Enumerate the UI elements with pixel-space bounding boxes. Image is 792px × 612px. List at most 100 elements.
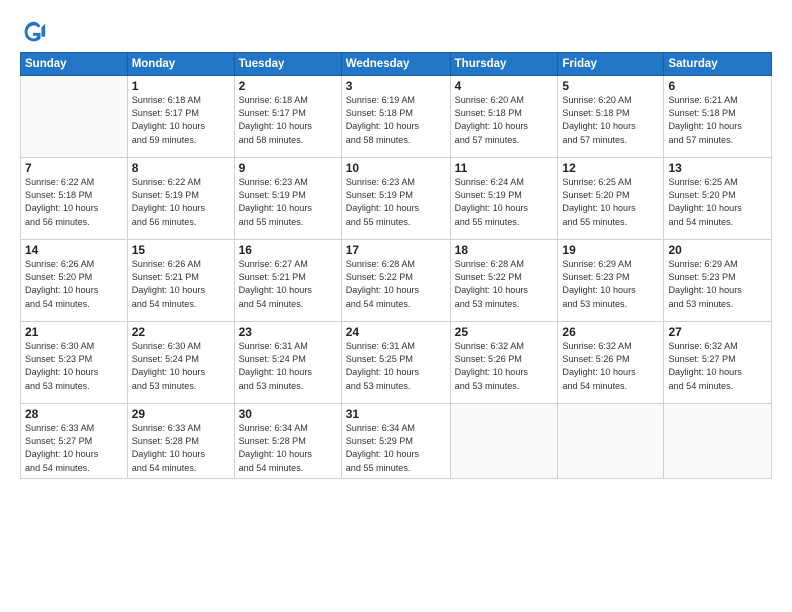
day-info: Sunrise: 6:25 AM Sunset: 5:20 PM Dayligh… xyxy=(668,176,767,229)
day-info: Sunrise: 6:33 AM Sunset: 5:28 PM Dayligh… xyxy=(132,422,230,475)
day-number: 28 xyxy=(25,407,123,421)
day-info: Sunrise: 6:29 AM Sunset: 5:23 PM Dayligh… xyxy=(668,258,767,311)
day-info: Sunrise: 6:18 AM Sunset: 5:17 PM Dayligh… xyxy=(132,94,230,147)
day-info: Sunrise: 6:28 AM Sunset: 5:22 PM Dayligh… xyxy=(346,258,446,311)
calendar-cell xyxy=(21,76,128,158)
day-number: 26 xyxy=(562,325,659,339)
day-info: Sunrise: 6:22 AM Sunset: 5:18 PM Dayligh… xyxy=(25,176,123,229)
calendar-cell: 12Sunrise: 6:25 AM Sunset: 5:20 PM Dayli… xyxy=(558,158,664,240)
day-info: Sunrise: 6:26 AM Sunset: 5:21 PM Dayligh… xyxy=(132,258,230,311)
day-info: Sunrise: 6:26 AM Sunset: 5:20 PM Dayligh… xyxy=(25,258,123,311)
calendar-cell: 15Sunrise: 6:26 AM Sunset: 5:21 PM Dayli… xyxy=(127,240,234,322)
day-number: 19 xyxy=(562,243,659,257)
day-info: Sunrise: 6:32 AM Sunset: 5:26 PM Dayligh… xyxy=(562,340,659,393)
day-number: 4 xyxy=(455,79,554,93)
day-number: 21 xyxy=(25,325,123,339)
calendar-week-4: 21Sunrise: 6:30 AM Sunset: 5:23 PM Dayli… xyxy=(21,322,772,404)
day-info: Sunrise: 6:20 AM Sunset: 5:18 PM Dayligh… xyxy=(455,94,554,147)
calendar-cell: 18Sunrise: 6:28 AM Sunset: 5:22 PM Dayli… xyxy=(450,240,558,322)
calendar-cell: 17Sunrise: 6:28 AM Sunset: 5:22 PM Dayli… xyxy=(341,240,450,322)
day-number: 3 xyxy=(346,79,446,93)
calendar-cell: 28Sunrise: 6:33 AM Sunset: 5:27 PM Dayli… xyxy=(21,404,128,479)
weekday-wednesday: Wednesday xyxy=(341,53,450,76)
calendar-cell: 9Sunrise: 6:23 AM Sunset: 5:19 PM Daylig… xyxy=(234,158,341,240)
day-number: 17 xyxy=(346,243,446,257)
calendar-cell: 24Sunrise: 6:31 AM Sunset: 5:25 PM Dayli… xyxy=(341,322,450,404)
weekday-monday: Monday xyxy=(127,53,234,76)
day-number: 15 xyxy=(132,243,230,257)
day-info: Sunrise: 6:30 AM Sunset: 5:24 PM Dayligh… xyxy=(132,340,230,393)
day-info: Sunrise: 6:18 AM Sunset: 5:17 PM Dayligh… xyxy=(239,94,337,147)
calendar-cell: 6Sunrise: 6:21 AM Sunset: 5:18 PM Daylig… xyxy=(664,76,772,158)
day-number: 18 xyxy=(455,243,554,257)
calendar-table: SundayMondayTuesdayWednesdayThursdayFrid… xyxy=(20,52,772,479)
day-info: Sunrise: 6:20 AM Sunset: 5:18 PM Dayligh… xyxy=(562,94,659,147)
day-info: Sunrise: 6:24 AM Sunset: 5:19 PM Dayligh… xyxy=(455,176,554,229)
calendar-cell xyxy=(664,404,772,479)
day-number: 8 xyxy=(132,161,230,175)
weekday-saturday: Saturday xyxy=(664,53,772,76)
day-info: Sunrise: 6:34 AM Sunset: 5:28 PM Dayligh… xyxy=(239,422,337,475)
calendar-cell: 27Sunrise: 6:32 AM Sunset: 5:27 PM Dayli… xyxy=(664,322,772,404)
day-number: 6 xyxy=(668,79,767,93)
day-info: Sunrise: 6:33 AM Sunset: 5:27 PM Dayligh… xyxy=(25,422,123,475)
day-number: 11 xyxy=(455,161,554,175)
calendar-cell: 3Sunrise: 6:19 AM Sunset: 5:18 PM Daylig… xyxy=(341,76,450,158)
day-info: Sunrise: 6:21 AM Sunset: 5:18 PM Dayligh… xyxy=(668,94,767,147)
calendar-cell: 31Sunrise: 6:34 AM Sunset: 5:29 PM Dayli… xyxy=(341,404,450,479)
day-info: Sunrise: 6:27 AM Sunset: 5:21 PM Dayligh… xyxy=(239,258,337,311)
calendar-week-3: 14Sunrise: 6:26 AM Sunset: 5:20 PM Dayli… xyxy=(21,240,772,322)
day-number: 30 xyxy=(239,407,337,421)
logo-icon xyxy=(20,18,48,46)
day-number: 23 xyxy=(239,325,337,339)
day-number: 1 xyxy=(132,79,230,93)
calendar-week-1: 1Sunrise: 6:18 AM Sunset: 5:17 PM Daylig… xyxy=(21,76,772,158)
day-info: Sunrise: 6:32 AM Sunset: 5:27 PM Dayligh… xyxy=(668,340,767,393)
weekday-friday: Friday xyxy=(558,53,664,76)
day-number: 25 xyxy=(455,325,554,339)
logo xyxy=(20,18,52,46)
calendar-week-5: 28Sunrise: 6:33 AM Sunset: 5:27 PM Dayli… xyxy=(21,404,772,479)
day-info: Sunrise: 6:34 AM Sunset: 5:29 PM Dayligh… xyxy=(346,422,446,475)
calendar-cell: 16Sunrise: 6:27 AM Sunset: 5:21 PM Dayli… xyxy=(234,240,341,322)
calendar-cell: 22Sunrise: 6:30 AM Sunset: 5:24 PM Dayli… xyxy=(127,322,234,404)
day-info: Sunrise: 6:25 AM Sunset: 5:20 PM Dayligh… xyxy=(562,176,659,229)
calendar-cell: 29Sunrise: 6:33 AM Sunset: 5:28 PM Dayli… xyxy=(127,404,234,479)
day-number: 10 xyxy=(346,161,446,175)
day-number: 24 xyxy=(346,325,446,339)
weekday-tuesday: Tuesday xyxy=(234,53,341,76)
day-number: 2 xyxy=(239,79,337,93)
calendar-cell: 4Sunrise: 6:20 AM Sunset: 5:18 PM Daylig… xyxy=(450,76,558,158)
day-info: Sunrise: 6:29 AM Sunset: 5:23 PM Dayligh… xyxy=(562,258,659,311)
day-info: Sunrise: 6:31 AM Sunset: 5:24 PM Dayligh… xyxy=(239,340,337,393)
day-number: 27 xyxy=(668,325,767,339)
day-number: 12 xyxy=(562,161,659,175)
calendar-cell: 13Sunrise: 6:25 AM Sunset: 5:20 PM Dayli… xyxy=(664,158,772,240)
calendar-cell: 26Sunrise: 6:32 AM Sunset: 5:26 PM Dayli… xyxy=(558,322,664,404)
calendar-cell: 21Sunrise: 6:30 AM Sunset: 5:23 PM Dayli… xyxy=(21,322,128,404)
day-info: Sunrise: 6:23 AM Sunset: 5:19 PM Dayligh… xyxy=(239,176,337,229)
calendar-cell: 1Sunrise: 6:18 AM Sunset: 5:17 PM Daylig… xyxy=(127,76,234,158)
day-info: Sunrise: 6:31 AM Sunset: 5:25 PM Dayligh… xyxy=(346,340,446,393)
calendar-cell: 30Sunrise: 6:34 AM Sunset: 5:28 PM Dayli… xyxy=(234,404,341,479)
day-number: 31 xyxy=(346,407,446,421)
weekday-header-row: SundayMondayTuesdayWednesdayThursdayFrid… xyxy=(21,53,772,76)
day-number: 7 xyxy=(25,161,123,175)
calendar-cell: 19Sunrise: 6:29 AM Sunset: 5:23 PM Dayli… xyxy=(558,240,664,322)
calendar-cell: 23Sunrise: 6:31 AM Sunset: 5:24 PM Dayli… xyxy=(234,322,341,404)
calendar-cell: 2Sunrise: 6:18 AM Sunset: 5:17 PM Daylig… xyxy=(234,76,341,158)
calendar-cell: 11Sunrise: 6:24 AM Sunset: 5:19 PM Dayli… xyxy=(450,158,558,240)
day-number: 14 xyxy=(25,243,123,257)
day-number: 22 xyxy=(132,325,230,339)
day-info: Sunrise: 6:30 AM Sunset: 5:23 PM Dayligh… xyxy=(25,340,123,393)
day-number: 20 xyxy=(668,243,767,257)
calendar-cell: 20Sunrise: 6:29 AM Sunset: 5:23 PM Dayli… xyxy=(664,240,772,322)
calendar-cell: 7Sunrise: 6:22 AM Sunset: 5:18 PM Daylig… xyxy=(21,158,128,240)
calendar-week-2: 7Sunrise: 6:22 AM Sunset: 5:18 PM Daylig… xyxy=(21,158,772,240)
calendar-cell xyxy=(558,404,664,479)
calendar-cell: 14Sunrise: 6:26 AM Sunset: 5:20 PM Dayli… xyxy=(21,240,128,322)
header xyxy=(20,18,772,46)
calendar-cell: 25Sunrise: 6:32 AM Sunset: 5:26 PM Dayli… xyxy=(450,322,558,404)
day-info: Sunrise: 6:19 AM Sunset: 5:18 PM Dayligh… xyxy=(346,94,446,147)
day-number: 16 xyxy=(239,243,337,257)
